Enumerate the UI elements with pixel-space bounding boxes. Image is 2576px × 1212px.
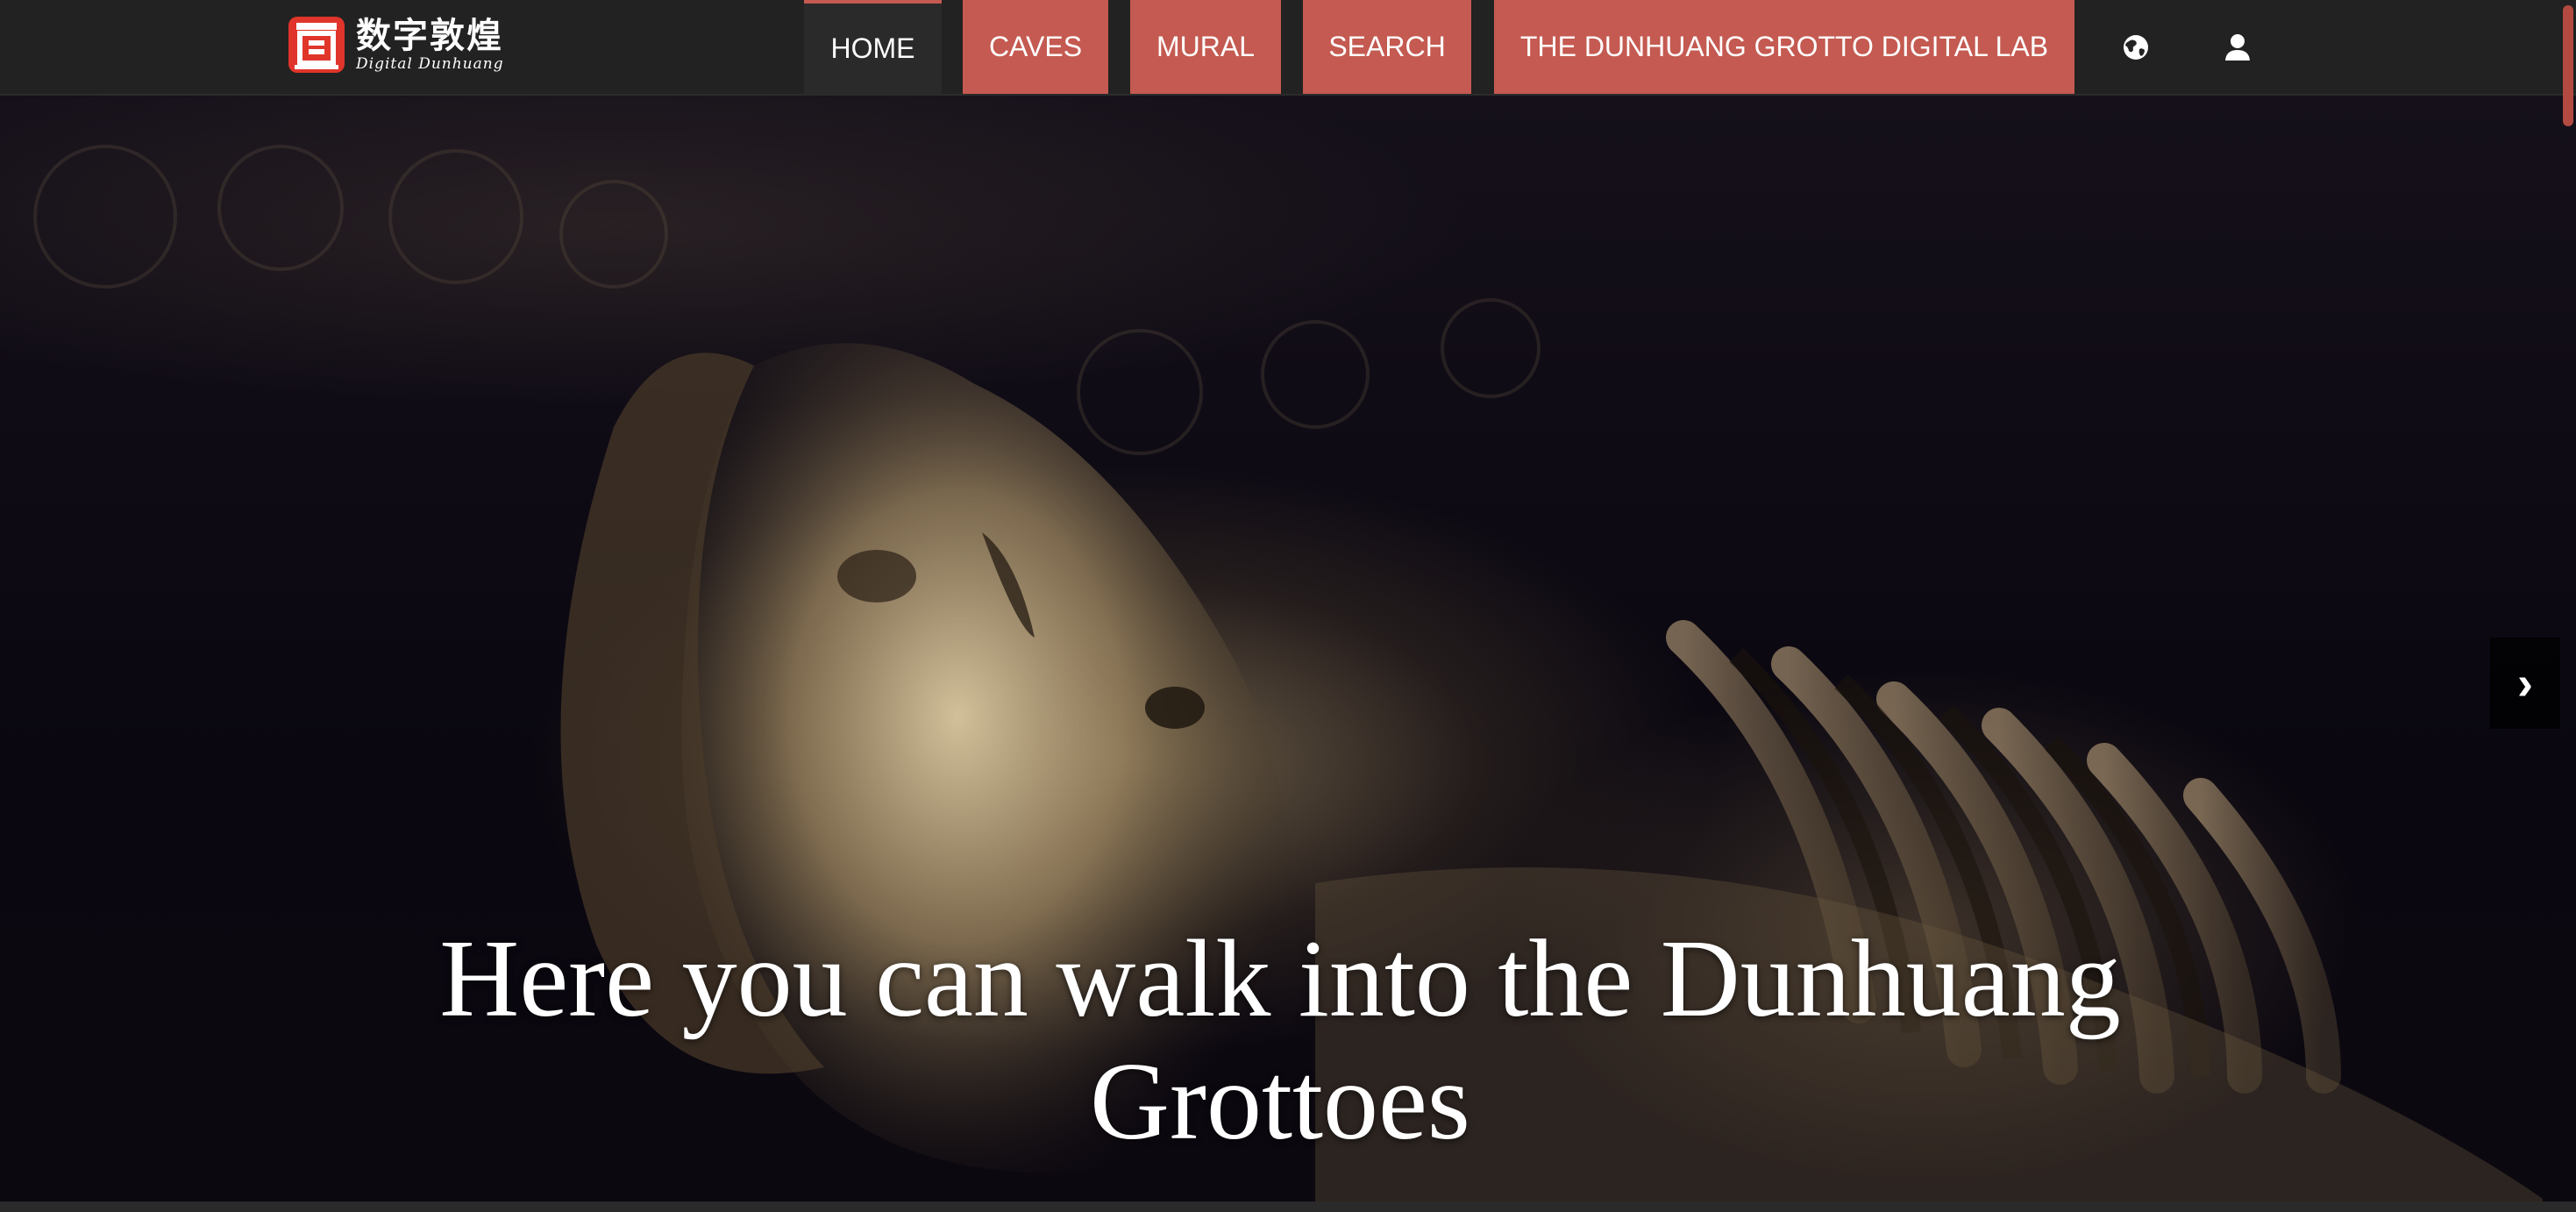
hero-caption: Here you can walk into the Dunhuang Grot… xyxy=(439,918,2121,1163)
carousel-next-button[interactable]: › xyxy=(2490,638,2560,729)
nav-home[interactable]: HOME xyxy=(804,0,942,94)
logo-wordmark: 数字敦煌 Digital Dunhuang xyxy=(356,18,504,72)
scrollbar-thumb[interactable] xyxy=(2563,5,2573,126)
nav-caves[interactable]: CAVES xyxy=(963,0,1108,94)
site-logo[interactable]: 数字敦煌 Digital Dunhuang xyxy=(286,12,504,77)
globe-icon[interactable] xyxy=(2115,26,2157,68)
cave-logo-icon xyxy=(288,17,345,73)
page-scrollbar[interactable] xyxy=(2560,0,2576,1212)
page-bottom-edge xyxy=(0,1201,2576,1212)
top-navigation-bar: 数字敦煌 Digital Dunhuang HOME CAVES MURAL S… xyxy=(0,0,2576,96)
logo-chinese-text: 数字敦煌 xyxy=(356,14,503,56)
nav-search[interactable]: SEARCH xyxy=(1303,0,1471,94)
nav-mural[interactable]: MURAL xyxy=(1130,0,1281,94)
nav-digital-lab[interactable]: THE DUNHUANG GROTTO DIGITAL LAB xyxy=(1494,0,2074,94)
logo-english-text: Digital Dunhuang xyxy=(356,54,504,73)
hero-banner: Here you can walk into the Dunhuang Grot… xyxy=(0,94,2576,1201)
user-icon[interactable] xyxy=(2217,26,2259,68)
page: 数字敦煌 Digital Dunhuang HOME CAVES MURAL S… xyxy=(0,0,2576,1212)
chevron-right-icon: › xyxy=(2517,657,2533,709)
